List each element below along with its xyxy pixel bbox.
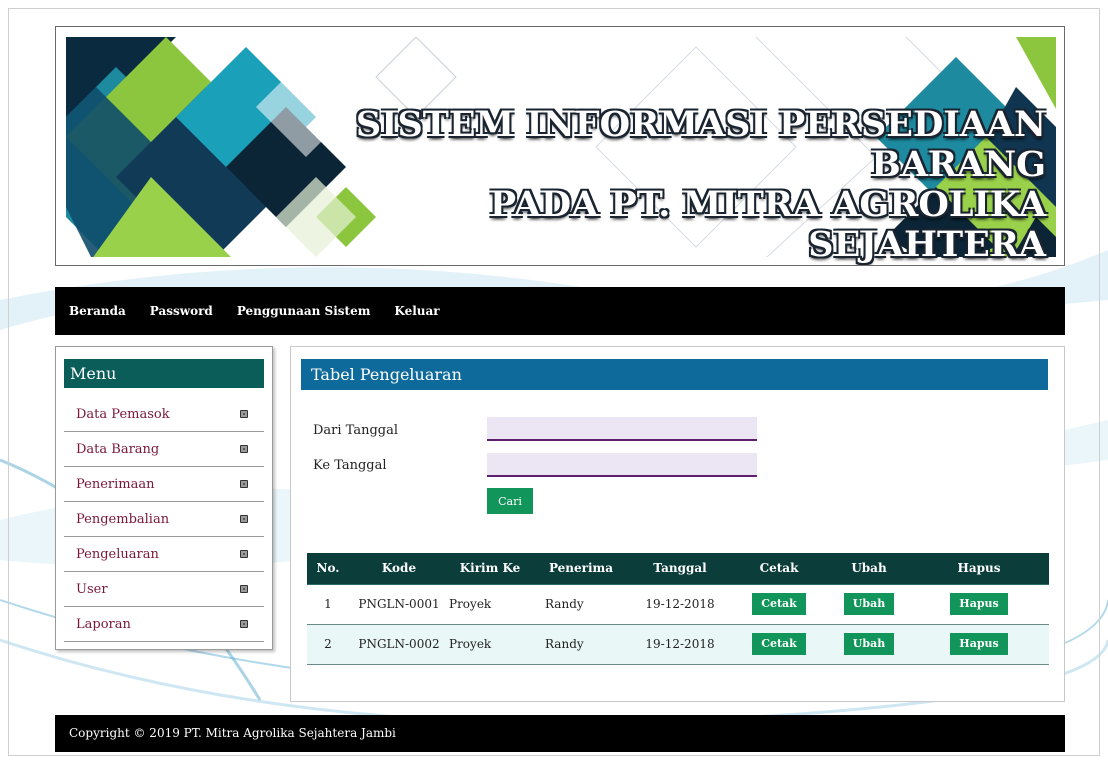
col-header-hapus: Hapus (909, 553, 1049, 584)
main-content: Tabel Pengeluaran Dari Tanggal Ke Tangga… (290, 346, 1065, 702)
print-button[interactable]: Cetak (752, 593, 806, 615)
copyright-text: Copyright © 2019 PT. Mitra Agrolika Seja… (69, 726, 396, 740)
col-header-no: No. (307, 553, 349, 584)
sidebar-item-label: User (76, 581, 108, 597)
col-header-kirim-ke: Kirim Ke (449, 553, 531, 584)
cell-hapus: Hapus (909, 623, 1049, 665)
col-header-cetak: Cetak (729, 553, 829, 584)
col-header-kode: Kode (349, 553, 449, 584)
bullet-icon (240, 585, 248, 593)
sidebar-title: Menu (64, 359, 264, 388)
edit-button[interactable]: Ubah (843, 633, 895, 655)
sidebar-item-label: Data Barang (76, 441, 160, 457)
search-button[interactable]: Cari (487, 488, 533, 514)
cell-no: 2 (307, 623, 349, 665)
sidebar-item-label: Penerimaan (76, 476, 155, 492)
nav-keluar[interactable]: Keluar (394, 304, 439, 318)
col-header-tanggal: Tanggal (631, 553, 729, 584)
table-row: 1 PNGLN-0001 Proyek Randy 19-12-2018 Cet… (307, 583, 1049, 625)
sidebar-item-label: Pengembalian (76, 511, 170, 527)
col-header-penerima: Penerima (531, 553, 631, 584)
nav-password[interactable]: Password (150, 304, 213, 318)
banner-title-line1: SISTEM INFORMASI PERSEDIAAN BARANG (355, 104, 1046, 185)
sidebar-item-label: Pengeluaran (76, 546, 159, 562)
bullet-icon (240, 620, 248, 628)
nav-beranda[interactable]: Beranda (69, 304, 126, 318)
cell-no: 1 (307, 583, 349, 625)
bullet-icon (240, 480, 248, 488)
cell-cetak: Cetak (729, 623, 829, 665)
sidebar-item-pengeluaran[interactable]: Pengeluaran (64, 537, 264, 572)
cell-kode: PNGLN-0002 (349, 623, 449, 665)
top-nav: Beranda Password Penggunaan Sistem Kelua… (55, 287, 1065, 335)
cell-penerima: Randy (531, 583, 631, 625)
table-row: 2 PNGLN-0002 Proyek Randy 19-12-2018 Cet… (307, 623, 1049, 665)
delete-button[interactable]: Hapus (950, 593, 1008, 615)
sidebar-item-data-pemasok[interactable]: Data Pemasok (64, 397, 264, 432)
cell-tanggal: 19-12-2018 (631, 623, 729, 665)
footer: Copyright © 2019 PT. Mitra Agrolika Seja… (55, 715, 1065, 752)
cell-tanggal: 19-12-2018 (631, 583, 729, 625)
from-date-label: Dari Tanggal (313, 423, 399, 438)
sidebar-item-data-barang[interactable]: Data Barang (64, 432, 264, 467)
table-header-row: No. Kode Kirim Ke Penerima Tanggal Cetak… (307, 553, 1049, 584)
col-header-ubah: Ubah (829, 553, 909, 584)
nav-penggunaan-sistem[interactable]: Penggunaan Sistem (237, 304, 371, 318)
sidebar-menu: Menu Data Pemasok Data Barang Penerimaan… (55, 346, 273, 650)
sidebar-item-label: Data Pemasok (76, 406, 170, 422)
to-date-label: Ke Tanggal (313, 458, 387, 473)
cell-kirim-ke: Proyek (449, 623, 531, 665)
sidebar-item-penerimaan[interactable]: Penerimaan (64, 467, 264, 502)
to-date-input[interactable] (487, 453, 757, 477)
page-title: Tabel Pengeluaran (301, 359, 1048, 390)
edit-button[interactable]: Ubah (843, 593, 895, 615)
header-banner: SISTEM INFORMASI PERSEDIAAN BARANG PADA … (55, 26, 1065, 266)
from-date-input[interactable] (487, 417, 757, 441)
sidebar-item-label: Laporan (76, 616, 131, 632)
cell-ubah: Ubah (829, 623, 909, 665)
bullet-icon (240, 445, 248, 453)
delete-button[interactable]: Hapus (950, 633, 1008, 655)
banner-title: SISTEM INFORMASI PERSEDIAAN BARANG PADA … (306, 105, 1046, 265)
bullet-icon (240, 550, 248, 558)
sidebar-item-laporan[interactable]: Laporan (64, 607, 264, 642)
pengeluaran-table: No. Kode Kirim Ke Penerima Tanggal Cetak… (307, 553, 1049, 665)
sidebar-item-user[interactable]: User (64, 572, 264, 607)
cell-ubah: Ubah (829, 583, 909, 625)
sidebar-list: Data Pemasok Data Barang Penerimaan Peng… (64, 397, 264, 642)
cell-cetak: Cetak (729, 583, 829, 625)
bullet-icon (240, 410, 248, 418)
cell-hapus: Hapus (909, 583, 1049, 625)
cell-kode: PNGLN-0001 (349, 583, 449, 625)
sidebar-item-pengembalian[interactable]: Pengembalian (64, 502, 264, 537)
cell-kirim-ke: Proyek (449, 583, 531, 625)
print-button[interactable]: Cetak (752, 633, 806, 655)
banner-title-line2: PADA PT. MITRA AGROLIKA SEJAHTERA (489, 184, 1046, 265)
bullet-icon (240, 515, 248, 523)
cell-penerima: Randy (531, 623, 631, 665)
